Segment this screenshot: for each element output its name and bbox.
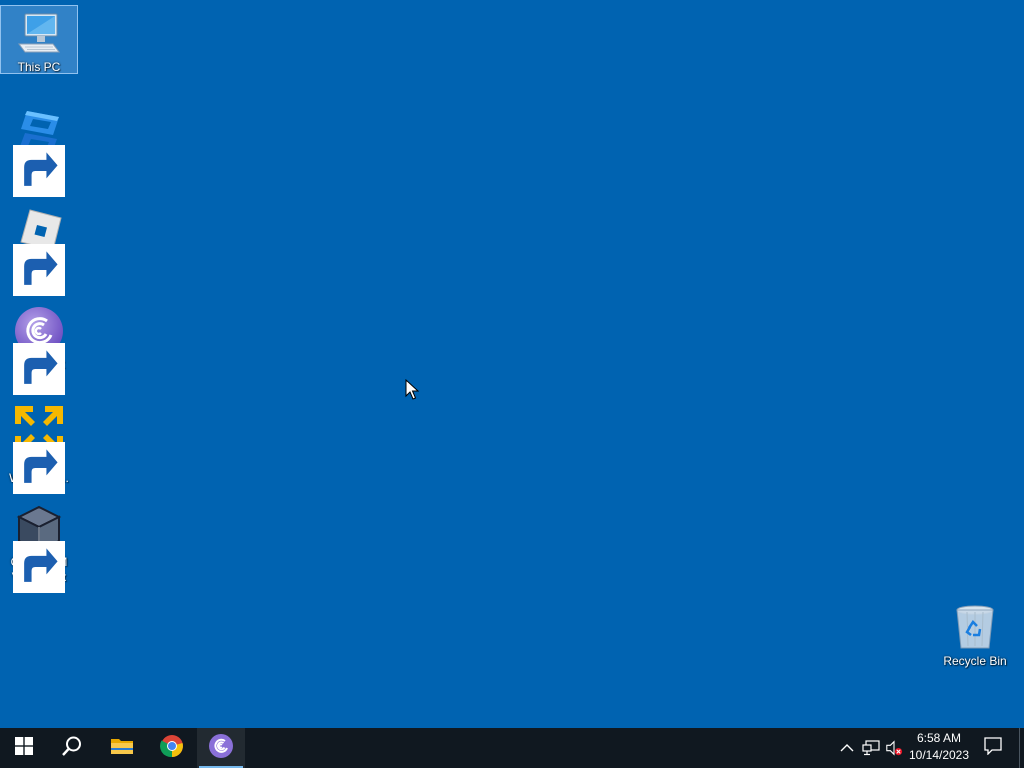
desktop-icon-roblox-studio[interactable]: Roblox Studio — [1, 105, 77, 197]
desktop-icon-this-pc[interactable]: This PC — [0, 5, 78, 74]
volume-muted-icon[interactable] — [885, 740, 903, 756]
clock-time: 6:58 AM — [916, 731, 962, 745]
desktop-icon-virtualbox[interactable]: Oracle VM VirtualBox — [1, 501, 77, 593]
roblox-studio-icon — [13, 107, 65, 197]
desktop-icon-vmware[interactable]: VMware Workstati... — [1, 402, 77, 494]
system-clock[interactable]: 6:58 AM 10/14/2023 — [903, 730, 975, 766]
file-explorer-button[interactable] — [98, 728, 146, 768]
desktop-icon-bittorrent[interactable]: BitTorrent — [1, 303, 77, 395]
action-center-button[interactable] — [978, 728, 1008, 768]
folder-icon — [110, 736, 134, 761]
recycle-bin-icon — [949, 602, 1001, 654]
vmware-icon — [13, 404, 65, 494]
shortcut-arrow-icon — [13, 541, 65, 593]
bittorrent-icon — [13, 305, 65, 395]
bittorrent-icon — [208, 733, 234, 764]
windows-logo-icon — [15, 736, 33, 760]
shortcut-arrow-icon — [13, 343, 65, 395]
desktop-icon-recycle-bin[interactable]: Recycle Bin — [937, 600, 1013, 671]
search-icon — [61, 735, 83, 762]
network-icon[interactable] — [862, 740, 880, 756]
chevron-up-icon[interactable] — [838, 740, 856, 756]
chrome-button[interactable] — [148, 728, 196, 768]
this-pc-icon — [13, 8, 65, 60]
mouse-cursor-icon — [405, 378, 420, 401]
desktop[interactable]: This PC Roblox Studio — [0, 0, 1024, 728]
clock-date: 10/14/2023 — [908, 748, 970, 762]
shortcut-arrow-icon — [13, 244, 65, 296]
desktop-icon-label: Recycle Bin — [943, 654, 1007, 668]
virtualbox-icon — [13, 503, 65, 593]
desktop-icon-label: This PC — [17, 60, 61, 74]
notification-icon — [984, 736, 1002, 760]
bittorrent-taskbar-button[interactable] — [197, 728, 245, 768]
taskbar: 6:58 AM 10/14/2023 — [0, 728, 1024, 768]
start-button[interactable] — [0, 728, 48, 768]
desktop-icon-roblox-player[interactable]: Roblox Player — [1, 204, 77, 296]
roblox-player-icon — [13, 206, 65, 296]
shortcut-arrow-icon — [13, 145, 65, 197]
chrome-icon — [159, 734, 184, 763]
show-desktop-button[interactable] — [1019, 728, 1024, 768]
shortcut-arrow-icon — [13, 442, 65, 494]
search-button[interactable] — [48, 728, 96, 768]
